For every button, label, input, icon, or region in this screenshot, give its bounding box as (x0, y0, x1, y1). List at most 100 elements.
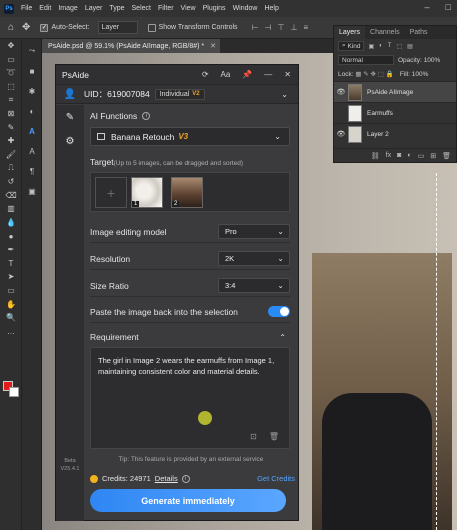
show-transform-checkbox[interactable] (147, 23, 156, 32)
fill-value[interactable]: 100% (412, 71, 429, 78)
menu-layer[interactable]: Layer (85, 5, 103, 12)
opacity-value[interactable]: 100% (424, 57, 441, 64)
auto-select-dropdown[interactable]: Layer (97, 21, 138, 34)
target-thumbnail[interactable]: 1 (131, 177, 163, 208)
stamp-icon[interactable]: ⎍ (0, 161, 22, 175)
requirement-textarea[interactable]: The girl in Image 2 wears the earmuffs f… (90, 347, 290, 449)
crop-icon[interactable]: ⌗ (0, 93, 22, 107)
blur-icon[interactable]: 💧 (0, 216, 22, 230)
menu-edit[interactable]: Edit (39, 5, 51, 12)
psaide-plugin-icon[interactable]: A (22, 123, 42, 139)
menu-window[interactable]: Window (233, 5, 258, 12)
size-ratio-select[interactable]: 3:4 ⌄ (218, 278, 290, 293)
filter-smart-icon[interactable]: ▤ (407, 43, 413, 50)
trash-icon[interactable]: 🗑 (442, 152, 451, 160)
adjustment-icon[interactable]: ◐ (407, 152, 411, 159)
menu-filter[interactable]: Filter (158, 5, 174, 12)
window-maximize-icon[interactable]: □ (446, 2, 451, 12)
history-brush-icon[interactable]: ↺ (0, 175, 22, 189)
folder-icon[interactable]: ▭ (418, 152, 425, 160)
menu-file[interactable]: File (21, 5, 32, 12)
frame-icon[interactable]: ⊠ (0, 107, 22, 121)
settings-icon[interactable]: ⚙ (56, 129, 84, 153)
add-image-button[interactable]: + (95, 177, 127, 208)
gradient-icon[interactable]: ▥ (0, 202, 22, 216)
menu-plugins[interactable]: Plugins (203, 5, 226, 12)
filter-pixel-icon[interactable]: ▣ (368, 43, 374, 50)
glyph-icon[interactable]: ▣ (22, 183, 42, 199)
target-images-box[interactable]: + 1 2 (90, 172, 290, 212)
get-credits-link[interactable]: Get Credits (257, 474, 295, 483)
template-icon[interactable]: ⊡ (250, 431, 257, 442)
filter-type-icon[interactable]: T (388, 43, 392, 50)
distribute-icon[interactable]: ≡ (303, 23, 308, 32)
account-row[interactable]: 👤 UID：619007084 Individual V2 ⌄ (56, 85, 298, 104)
new-layer-icon[interactable]: ⊞ (430, 152, 436, 160)
more-tools-icon[interactable]: … (0, 324, 22, 338)
filter-shape-icon[interactable]: ⬚ (396, 43, 402, 50)
move-icon[interactable]: ✥ (0, 39, 22, 53)
layer-row[interactable]: Earmuffs (334, 102, 456, 123)
text-size-icon[interactable]: Aa (221, 70, 231, 79)
mask-icon[interactable]: ◙ (397, 152, 401, 159)
menu-help[interactable]: Help (264, 5, 278, 12)
paste-back-toggle[interactable] (268, 306, 290, 317)
object-select-icon[interactable]: ⬚ (0, 80, 22, 94)
visibility-eye-icon[interactable]: 👁 (334, 88, 348, 96)
menu-image[interactable]: Image (58, 5, 77, 12)
align-left-icon[interactable]: ⊢ (252, 23, 259, 32)
image-model-select[interactable]: Pro ⌄ (218, 224, 290, 239)
tab-channels[interactable]: Channels (365, 26, 405, 39)
window-minimize-icon[interactable]: – (425, 2, 430, 12)
square-icon[interactable]: ■ (22, 63, 42, 79)
hand-icon[interactable]: ✋ (0, 297, 22, 311)
eyedropper-icon[interactable]: ✎ (0, 121, 22, 135)
marquee-icon[interactable]: ▭ (0, 53, 22, 67)
healing-icon[interactable]: ✚ (0, 134, 22, 148)
align-top-icon[interactable]: ⊤ (278, 23, 285, 32)
adjust-icon[interactable]: ◐ (22, 103, 42, 119)
minimize-icon[interactable]: — (264, 70, 272, 79)
dodge-icon[interactable]: ● (0, 229, 22, 243)
bug-icon[interactable]: ✱ (22, 83, 42, 99)
pin-icon[interactable]: 📌 (242, 70, 252, 79)
chevron-up-icon[interactable]: ⌃ (279, 333, 286, 342)
layer-row[interactable]: 👁 Layer 2 (334, 123, 456, 144)
details-link[interactable]: Details (155, 474, 178, 483)
edit-icon[interactable]: ✎ (56, 105, 84, 129)
home-icon[interactable]: ⌂ (8, 22, 14, 33)
resolution-select[interactable]: 2K ⌄ (218, 251, 290, 266)
move-tool-icon[interactable]: ✥ (22, 22, 30, 33)
layer-filter-select[interactable]: ⌕ Kind (338, 41, 365, 51)
menu-view[interactable]: View (181, 5, 196, 12)
menu-type[interactable]: Type (109, 5, 124, 12)
brush-icon[interactable]: 🖌 (0, 148, 22, 162)
refresh-icon[interactable]: ⟳ (202, 70, 209, 79)
align-middle-icon[interactable]: ⊥ (290, 23, 297, 32)
chevron-down-icon[interactable]: ⌄ (281, 90, 288, 99)
align-center-icon[interactable]: ⊣ (265, 23, 272, 32)
requirement-heading[interactable]: Requirement ⌃ (90, 327, 290, 347)
rectangle-icon[interactable]: ▭ (0, 284, 22, 298)
blend-mode-select[interactable]: Normal (338, 55, 394, 65)
info-icon[interactable]: i (181, 474, 190, 483)
document-tab[interactable]: PsAide.psd @ 59.1% (PsAide AIImage, RGB/… (42, 39, 220, 53)
fx-icon[interactable]: fx (386, 152, 391, 159)
path-select-icon[interactable]: ➤ (0, 270, 22, 284)
link-icon[interactable]: ⛓ (371, 152, 380, 160)
eraser-icon[interactable]: ⌫ (0, 189, 22, 203)
menu-select[interactable]: Select (132, 5, 151, 12)
color-swatches[interactable] (3, 381, 19, 397)
close-document-icon[interactable]: ✕ (210, 42, 216, 50)
function-select[interactable]: Banana Retouch V3 ⌄ (90, 127, 290, 146)
tab-paths[interactable]: Paths (405, 26, 433, 39)
lock-icons[interactable]: ▦ ✎ ✥ ⬚ 🔒 (355, 70, 394, 78)
info-icon[interactable]: i (142, 112, 151, 120)
lasso-icon[interactable]: ➰ (0, 66, 22, 80)
close-icon[interactable]: ✕ (284, 70, 291, 79)
auto-select-checkbox[interactable]: ✓ (40, 23, 49, 32)
visibility-eye-icon[interactable]: 👁 (334, 130, 348, 138)
layer-row[interactable]: 👁 PsAide AIImage (334, 81, 456, 102)
type-icon[interactable]: T (0, 257, 22, 271)
tab-layers[interactable]: Layers (334, 26, 366, 39)
